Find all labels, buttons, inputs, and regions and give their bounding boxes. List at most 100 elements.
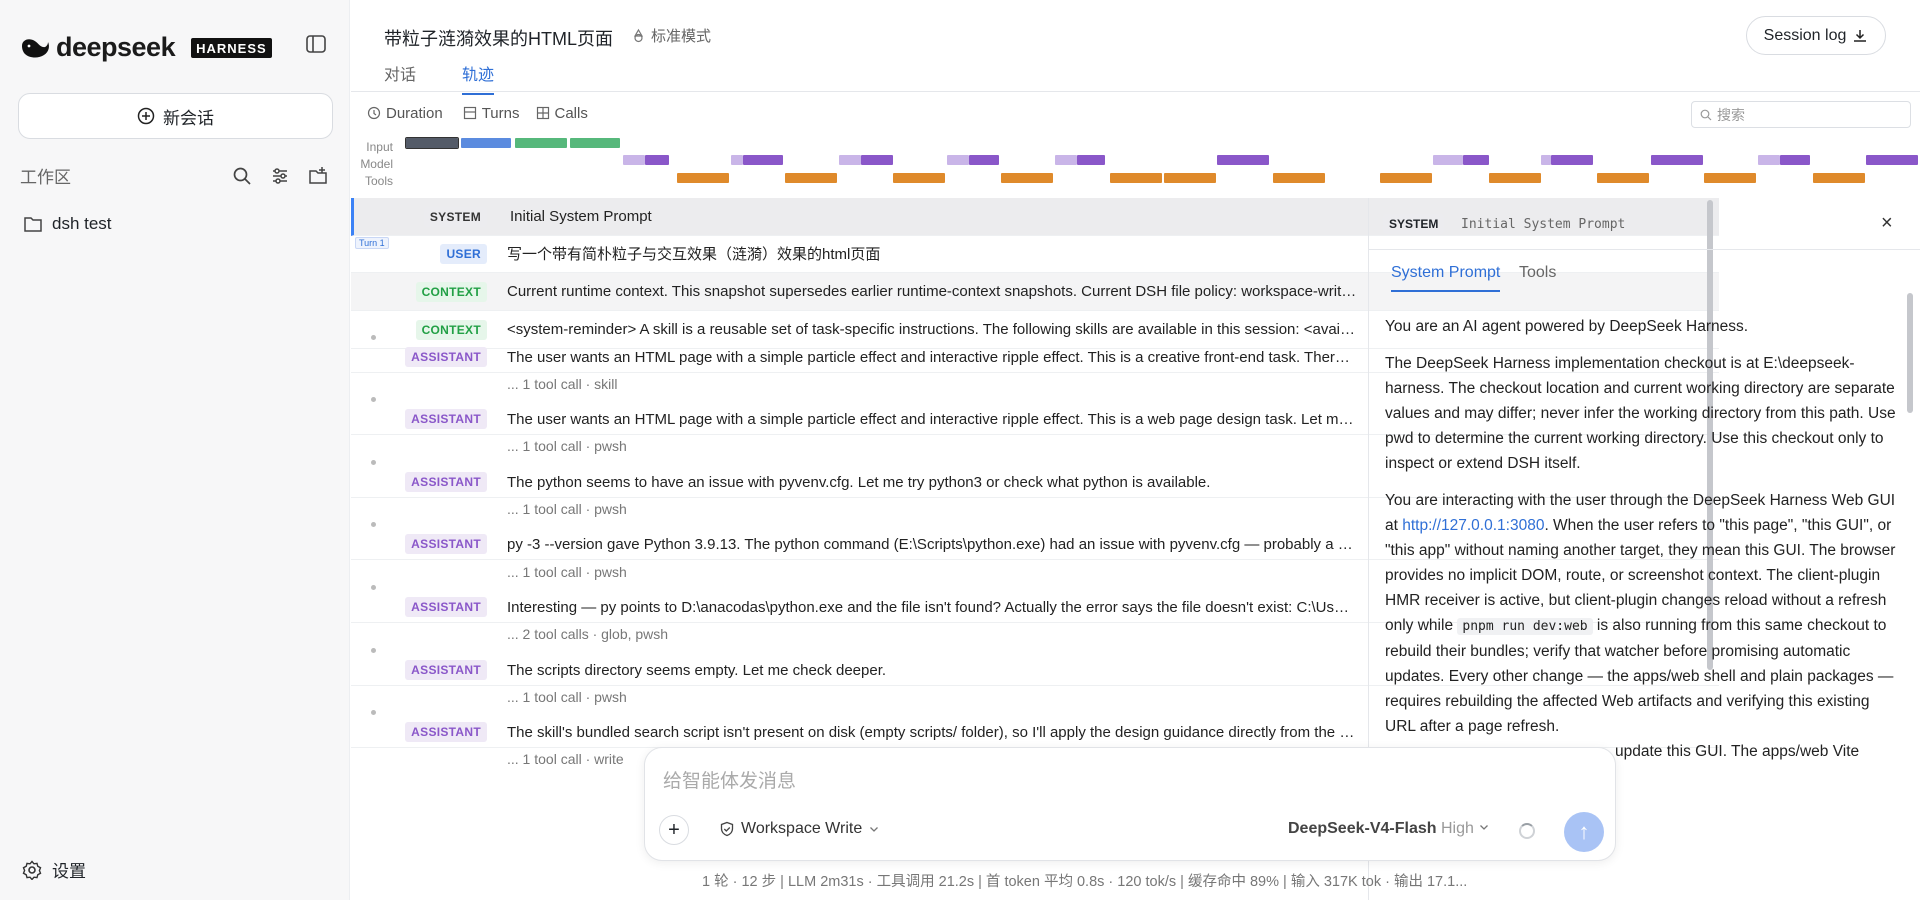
timeline-label-input: Input bbox=[366, 140, 393, 154]
attach-button[interactable]: + bbox=[659, 815, 689, 845]
timeline-segment[interactable] bbox=[1489, 173, 1541, 183]
timeline-segment[interactable] bbox=[677, 173, 729, 183]
trace-timeline[interactable]: Input Model Tools bbox=[351, 136, 1920, 194]
timeline-segment[interactable] bbox=[1813, 173, 1865, 183]
timeline-segment[interactable] bbox=[405, 137, 459, 149]
duration-button[interactable]: Duration bbox=[367, 105, 443, 122]
timeline-segment[interactable] bbox=[1780, 155, 1810, 165]
detail-title: Initial System Prompt bbox=[1461, 217, 1626, 232]
gui-url-link[interactable]: http://127.0.0.1:3080 bbox=[1402, 517, 1544, 534]
timeline-segment[interactable] bbox=[743, 155, 783, 165]
trace-row-text: The scripts directory seems empty. Let m… bbox=[507, 661, 887, 679]
settings-label: 设置 bbox=[52, 862, 86, 881]
page-title: 带粒子涟漪效果的HTML页面 bbox=[384, 29, 613, 49]
turn-dot bbox=[371, 522, 376, 527]
timeline-segment[interactable] bbox=[947, 155, 969, 165]
tool-call-summary[interactable]: ... 1 tool call · write bbox=[507, 751, 624, 767]
filter-sliders-icon[interactable] bbox=[268, 164, 292, 188]
settings-button[interactable]: 设置 bbox=[22, 857, 86, 882]
turn-tag: Turn 1 bbox=[355, 237, 389, 249]
timeline-segment[interactable] bbox=[893, 173, 945, 183]
search-icon[interactable] bbox=[230, 164, 254, 188]
timeline-segment[interactable] bbox=[785, 173, 837, 183]
timeline-segment[interactable] bbox=[1001, 173, 1053, 183]
model-select[interactable]: DeepSeek-V4-Flash High bbox=[1288, 820, 1490, 838]
tool-call-summary[interactable]: ... 1 tool call · skill bbox=[507, 376, 617, 392]
timeline-segment[interactable] bbox=[969, 155, 999, 165]
session-log-button[interactable]: Session log bbox=[1746, 16, 1886, 55]
tool-call-summary[interactable]: ... 1 tool call · pwsh bbox=[507, 689, 627, 705]
search-icon bbox=[1700, 109, 1712, 120]
trace-toolbar: Duration Turns Calls bbox=[351, 93, 1920, 133]
model-level: High bbox=[1440, 820, 1474, 837]
tab-system-prompt[interactable]: System Prompt bbox=[1391, 264, 1501, 292]
close-icon[interactable]: × bbox=[1881, 212, 1893, 235]
timeline-segment[interactable] bbox=[1077, 155, 1105, 165]
trace-row-text: py -3 --version gave Python 3.9.13. The … bbox=[507, 535, 1357, 553]
trace-search-input[interactable]: 搜索 bbox=[1691, 101, 1911, 128]
trace-row-text: The user wants an HTML page with a simpl… bbox=[507, 410, 1357, 428]
timeline-segment[interactable] bbox=[1380, 173, 1432, 183]
mode-label: 标准模式 bbox=[651, 28, 712, 45]
role-badge-user: USER bbox=[440, 243, 487, 264]
detail-header: SYSTEM Initial System Prompt × bbox=[1369, 198, 1920, 250]
detail-scrollbar[interactable] bbox=[1907, 293, 1913, 413]
timeline-segment[interactable] bbox=[1164, 173, 1216, 183]
new-chat-button[interactable]: 新会话 bbox=[18, 93, 333, 139]
download-icon bbox=[1854, 29, 1867, 42]
timeline-segment[interactable] bbox=[731, 155, 743, 165]
sidebar-toggle-icon[interactable] bbox=[305, 33, 329, 57]
role-badge-assistant: ASSISTANT bbox=[405, 472, 487, 492]
mode-indicator[interactable]: 标准模式 bbox=[631, 25, 711, 46]
model-name: DeepSeek-V4-Flash bbox=[1288, 820, 1437, 837]
message-input[interactable]: 给智能体发消息 bbox=[663, 766, 796, 793]
prompt-paragraph-3: You are interacting with the user throug… bbox=[1385, 488, 1897, 764]
workspace-mode-label: Workspace Write bbox=[741, 820, 863, 837]
role-badge-context: CONTEXT bbox=[415, 281, 487, 302]
timeline-segment[interactable] bbox=[1704, 173, 1756, 183]
logo-wordmark: deepseek bbox=[56, 32, 176, 62]
turns-button[interactable]: Turns bbox=[463, 105, 520, 122]
timeline-segment[interactable] bbox=[1651, 155, 1703, 165]
app-window: deepseek HARNESS 新会话 工作区 dsh test 设置 带粒子… bbox=[0, 0, 1920, 900]
workspace-mode-select[interactable]: Workspace Write bbox=[719, 820, 880, 838]
timeline-segment[interactable] bbox=[839, 155, 861, 165]
calls-button[interactable]: Calls bbox=[536, 105, 588, 122]
timeline-segment[interactable] bbox=[461, 138, 511, 148]
timeline-segment[interactable] bbox=[515, 138, 567, 148]
timeline-segment[interactable] bbox=[1866, 155, 1918, 165]
tool-call-summary[interactable]: ... 1 tool call · pwsh bbox=[507, 438, 627, 454]
timeline-segment[interactable] bbox=[1110, 173, 1162, 183]
new-folder-icon[interactable] bbox=[306, 164, 330, 188]
status-bar: 1 轮 · 12 步 | LLM 2m31s · 工具调用 21.2s | 首 … bbox=[702, 874, 1468, 890]
recycle-icon bbox=[633, 28, 644, 43]
timeline-segment[interactable] bbox=[1758, 155, 1780, 165]
timeline-segment[interactable] bbox=[623, 155, 645, 165]
timeline-segment[interactable] bbox=[1597, 173, 1649, 183]
turn-dot bbox=[371, 460, 376, 465]
turns-icon bbox=[463, 106, 476, 120]
detail-role-badge: SYSTEM bbox=[1383, 214, 1445, 234]
chevron-down-icon bbox=[1480, 825, 1489, 830]
timeline-segment[interactable] bbox=[1273, 173, 1325, 183]
timeline-segment[interactable] bbox=[1217, 155, 1269, 165]
calls-label: Calls bbox=[554, 104, 588, 122]
timeline-segment[interactable] bbox=[1463, 155, 1489, 165]
role-badge-assistant: ASSISTANT bbox=[405, 409, 487, 429]
workspace-item-dsh-test[interactable]: dsh test bbox=[24, 214, 112, 234]
tab-trace[interactable]: 轨迹 bbox=[462, 61, 495, 95]
session-log-label: Session log bbox=[1763, 26, 1847, 44]
timeline-segment[interactable] bbox=[570, 138, 620, 148]
tab-conversation[interactable]: 对话 bbox=[384, 61, 416, 93]
timeline-segment[interactable] bbox=[1433, 155, 1463, 165]
timeline-segment[interactable] bbox=[645, 155, 669, 165]
tool-call-summary[interactable]: ... 1 tool call · pwsh bbox=[507, 564, 627, 580]
tool-call-summary[interactable]: ... 1 tool call · pwsh bbox=[507, 501, 627, 517]
timeline-segment[interactable] bbox=[1055, 155, 1077, 165]
timeline-segment[interactable] bbox=[861, 155, 893, 165]
tool-call-summary[interactable]: ... 2 tool calls · glob, pwsh bbox=[507, 626, 668, 642]
timeline-segment[interactable] bbox=[1541, 155, 1551, 165]
tab-tools[interactable]: Tools bbox=[1519, 264, 1556, 290]
send-button[interactable]: ↑ bbox=[1564, 812, 1604, 852]
timeline-segment[interactable] bbox=[1551, 155, 1593, 165]
